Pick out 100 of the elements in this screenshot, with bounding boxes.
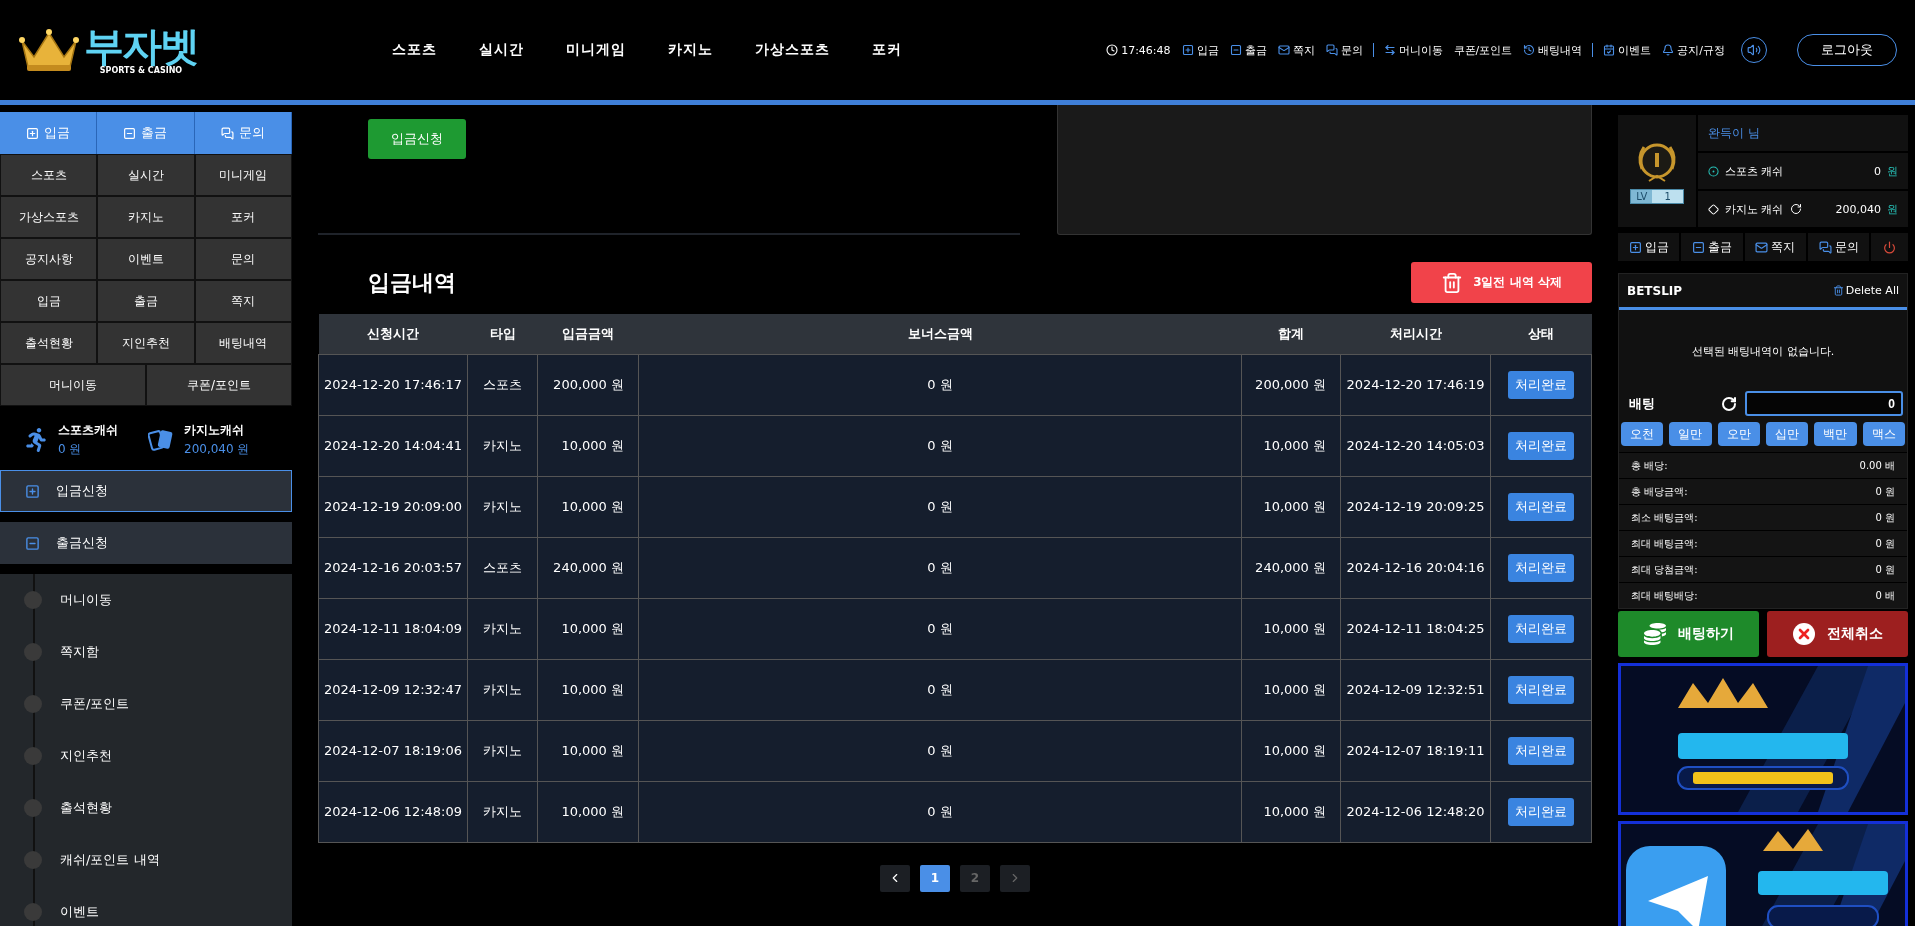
menu-button[interactable]: 지인추천 <box>97 322 195 364</box>
nav-link[interactable]: 미니게임 <box>566 41 626 59</box>
table-cell: 10,000 원 <box>537 781 639 842</box>
cash-label: 스포츠캐쉬 <box>58 422 118 439</box>
power-button[interactable] <box>1871 233 1908 261</box>
menu-button[interactable]: 쪽지 <box>194 280 292 322</box>
nav-link[interactable]: 카지노 <box>668 41 713 59</box>
plus-icon <box>1181 44 1194 56</box>
table-cell: 10,000 원 <box>1241 476 1341 537</box>
status-button[interactable]: 처리완료 <box>1508 675 1574 704</box>
summary-value: 0.00 배 <box>1859 458 1895 473</box>
table-cell: 2024-12-11 18:04:09 <box>318 598 468 659</box>
menu-button[interactable]: 머니이동 <box>0 364 146 406</box>
menu-button[interactable]: 배팅내역 <box>194 322 292 364</box>
status-button[interactable]: 처리완료 <box>1508 431 1574 460</box>
chat-icon <box>220 126 234 140</box>
submenu-item[interactable]: 머니이동 <box>0 574 292 626</box>
delete-history-button[interactable]: 3일전 내역 삭제 <box>1411 262 1592 303</box>
account-button[interactable]: 문의 <box>1807 233 1870 261</box>
menu-button[interactable]: 포커 <box>194 196 292 238</box>
bell-icon <box>1662 44 1675 56</box>
refresh-icon[interactable] <box>1789 203 1802 215</box>
account-button[interactable]: 쪽지 <box>1744 233 1806 261</box>
stake-field[interactable]: 0 <box>1745 391 1903 416</box>
nav-link[interactable]: 스포츠 <box>392 41 437 59</box>
header-link[interactable]: 출금 <box>1229 42 1267 58</box>
summary-label: 최소 배팅금액: <box>1631 510 1698 525</box>
cash-value: 0 원 <box>58 441 83 458</box>
table-cell: 2024-12-20 14:04:41 <box>318 415 468 476</box>
delete-all-button[interactable]: Delete All <box>1832 284 1899 297</box>
status-button[interactable]: 처리완료 <box>1508 370 1574 399</box>
cash-value: 200,040 원 <box>184 441 250 458</box>
menu-button[interactable]: 카지노 <box>97 196 195 238</box>
menu-button[interactable]: 쿠폰/포인트 <box>146 364 292 406</box>
header-link[interactable]: 입금 <box>1181 42 1219 58</box>
menu-button[interactable]: 문의 <box>194 238 292 280</box>
logo-title[interactable]: 부자벳 <box>84 25 198 66</box>
table-cell: 10,000 원 <box>1241 720 1341 781</box>
nav-link[interactable]: 가상스포츠 <box>755 41 830 59</box>
menu-button[interactable]: 가상스포츠 <box>0 196 98 238</box>
status-button[interactable]: 처리완료 <box>1508 492 1574 521</box>
deposit-request-button[interactable]: 입금신청 <box>368 119 466 159</box>
table-cell: 0 원 <box>638 415 1242 476</box>
table-cell: 10,000 원 <box>1241 598 1341 659</box>
table-cell: 240,000 원 <box>1241 537 1341 598</box>
status-button[interactable]: 처리완료 <box>1508 736 1574 765</box>
header-link[interactable]: 공지/규정 <box>1662 42 1725 58</box>
menu-button[interactable]: 실시간 <box>97 154 195 196</box>
accordion-item[interactable]: 출금신청 <box>0 522 292 564</box>
trash-icon <box>1832 285 1844 296</box>
nav-link[interactable]: 실시간 <box>479 41 524 59</box>
summary-value: 0 원 <box>1875 510 1895 525</box>
menu-button[interactable]: 출석현황 <box>0 322 98 364</box>
menu-button[interactable]: 스포츠 <box>0 154 98 196</box>
header-link[interactable]: 쪽지 <box>1277 42 1315 58</box>
mail-icon <box>1755 240 1769 254</box>
logout-button[interactable]: 로그아웃 <box>1797 34 1897 66</box>
table-cell: 2024-12-09 12:32:47 <box>318 659 468 720</box>
header-link[interactable]: 배팅내역 <box>1523 42 1583 58</box>
submenu-item[interactable]: 출석현황 <box>0 782 292 834</box>
diamond-icon <box>1708 203 1719 215</box>
submenu-item[interactable]: 이벤트 <box>0 886 292 926</box>
table-cell: 2024-12-11 18:04:25 <box>1340 598 1491 659</box>
table-cell: 카지노 <box>467 476 538 537</box>
status-button[interactable]: 처리완료 <box>1508 553 1574 582</box>
nav-link[interactable]: 포커 <box>872 41 902 59</box>
status-button[interactable]: 처리완료 <box>1508 797 1574 826</box>
submenu-item[interactable]: 캐쉬/포인트 내역 <box>0 834 292 886</box>
section-title: 입금내역 <box>368 268 456 297</box>
header-link[interactable]: 쿠폰/포인트 <box>1453 42 1513 58</box>
header-link[interactable]: 문의 <box>1325 42 1363 58</box>
place-bet-button[interactable]: 배팅하기 <box>1618 611 1759 657</box>
summary-label: 최대 배팅배당: <box>1631 588 1698 603</box>
menu-button[interactable]: 공지사항 <box>0 238 98 280</box>
table-cell: 2024-12-19 20:09:00 <box>318 476 468 537</box>
status-button[interactable]: 처리완료 <box>1508 614 1574 643</box>
table-cell: 10,000 원 <box>1241 415 1341 476</box>
accordion-item[interactable]: 입금신청 <box>0 470 292 512</box>
menu-button[interactable]: 출금 <box>97 280 195 322</box>
summary-value: 0 원 <box>1875 536 1895 551</box>
plus-icon <box>26 126 40 140</box>
header-link[interactable]: 17:46:48 <box>1106 43 1171 57</box>
previous-page-button[interactable] <box>880 864 910 892</box>
menu-button[interactable]: 입금 <box>0 280 98 322</box>
ball-icon <box>1708 165 1719 177</box>
submenu-item[interactable]: 쿠폰/포인트 <box>0 678 292 730</box>
cancel-all-button[interactable]: 전체취소 <box>1767 611 1908 657</box>
header-link[interactable]: 머니이동 <box>1383 42 1443 58</box>
menu-button[interactable]: 이벤트 <box>97 238 195 280</box>
menu-button[interactable]: 미니게임 <box>194 154 292 196</box>
header-link[interactable]: 이벤트 <box>1603 42 1652 58</box>
account-button[interactable]: 출금 <box>1681 233 1743 261</box>
submenu-item[interactable]: 쪽지함 <box>0 626 292 678</box>
summary-value: 0 배 <box>1875 588 1895 603</box>
calendar-icon <box>1603 44 1616 56</box>
table-cell: 2024-12-09 12:32:51 <box>1340 659 1491 720</box>
account-button[interactable]: 입금 <box>1618 233 1680 261</box>
submenu-item[interactable]: 지인추천 <box>0 730 292 782</box>
refresh-icon[interactable] <box>1721 395 1737 412</box>
transfer-icon <box>1383 44 1396 56</box>
